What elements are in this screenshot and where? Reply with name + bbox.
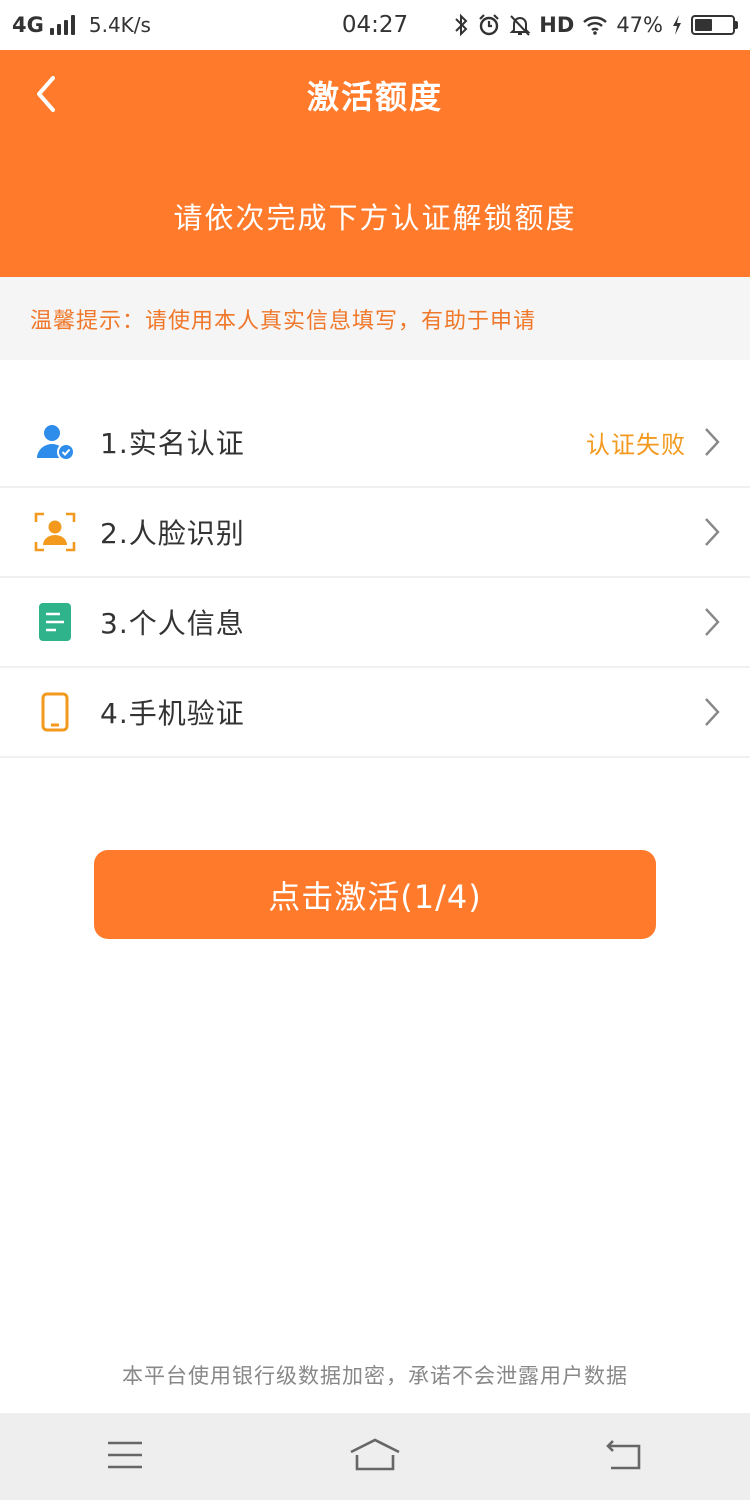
- step-label: 3.个人信息: [100, 607, 245, 640]
- menu-icon: [106, 1440, 144, 1474]
- step-personal-info[interactable]: 3.个人信息: [0, 578, 750, 668]
- user-verified-icon: [34, 421, 76, 463]
- verification-steps-list: 1.实名认证 认证失败 2.人脸识别 3.个人信息 4.手机验证: [0, 398, 750, 758]
- step-face-recognition[interactable]: 2.人脸识别: [0, 488, 750, 578]
- activate-button[interactable]: 点击激活(1/4): [94, 850, 656, 939]
- mute-bell-icon: [509, 13, 531, 37]
- step-label: 2.人脸识别: [100, 517, 245, 550]
- back-nav-button[interactable]: [585, 1427, 665, 1487]
- bluetooth-icon: [453, 13, 469, 37]
- status-bar: 4G 5.4K/s 04:27 HD 47%: [0, 0, 750, 50]
- tip-bar: 温馨提示：请使用本人真实信息填写，有助于申请: [0, 277, 750, 360]
- battery-percent: 47%: [616, 13, 663, 37]
- wifi-icon: [582, 14, 608, 36]
- step-label: 1.实名认证: [100, 427, 245, 460]
- chevron-right-icon: [700, 696, 724, 728]
- battery-icon: [691, 15, 738, 35]
- header-subtitle: 请依次完成下方认证解锁额度: [173, 201, 577, 235]
- network-speed: 5.4K/s: [88, 13, 151, 37]
- tip-text: 温馨提示：请使用本人真实信息填写，有助于申请: [30, 308, 537, 334]
- home-button[interactable]: [335, 1427, 415, 1487]
- face-scan-icon: [34, 511, 76, 553]
- document-icon: [34, 601, 76, 643]
- menu-button[interactable]: [85, 1427, 165, 1487]
- phone-icon: [34, 691, 76, 733]
- signal-icon: [49, 15, 75, 35]
- header: 激活额度 请依次完成下方认证解锁额度: [0, 50, 750, 277]
- chevron-right-icon: [700, 516, 724, 548]
- system-nav-bar: [0, 1413, 750, 1500]
- hd-indicator: HD: [539, 13, 575, 37]
- network-type: 4G: [12, 13, 44, 37]
- chevron-right-icon: [700, 606, 724, 638]
- return-icon: [605, 1439, 645, 1475]
- charging-icon: [671, 14, 683, 36]
- page-title: 激活额度: [306, 78, 443, 116]
- home-icon: [349, 1438, 401, 1476]
- step-label: 4.手机验证: [100, 697, 245, 730]
- step-status: 认证失败: [586, 430, 686, 459]
- security-note: 本平台使用银行级数据加密，承诺不会泄露用户数据: [122, 1364, 628, 1388]
- alarm-icon: [477, 13, 501, 37]
- step-real-name[interactable]: 1.实名认证 认证失败: [0, 398, 750, 488]
- chevron-right-icon: [700, 426, 724, 458]
- step-phone-verification[interactable]: 4.手机验证: [0, 668, 750, 758]
